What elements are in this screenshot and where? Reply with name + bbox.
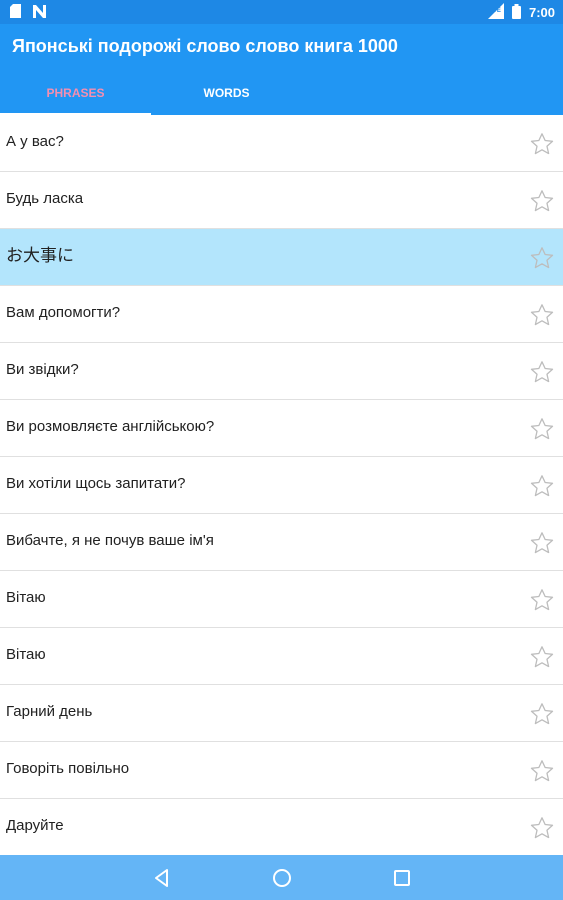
phrase-list: А у вас? Будь ласка お大事に Вам допомогти? Ви з… xyxy=(0,115,563,855)
list-item[interactable]: Вітаю xyxy=(0,571,563,628)
signal-icon: LTE xyxy=(487,3,504,22)
sd-card-icon xyxy=(10,4,21,23)
clock: 7:00 xyxy=(528,5,555,20)
tab-bar: PHRASES WORDS xyxy=(0,76,563,115)
navigation-bar xyxy=(0,855,563,900)
star-icon[interactable] xyxy=(529,815,555,841)
star-icon[interactable] xyxy=(529,302,555,328)
star-icon[interactable] xyxy=(529,644,555,670)
list-item[interactable]: Говоріть повільно xyxy=(0,742,563,799)
star-icon[interactable] xyxy=(529,701,555,727)
phrase-text: Вітаю xyxy=(6,646,46,663)
list-item[interactable]: Ви розмовляєте англійською? xyxy=(0,400,563,457)
phrase-text: А у вас? xyxy=(6,133,64,150)
phrase-text: Даруйте xyxy=(6,817,64,834)
star-icon[interactable] xyxy=(529,416,555,442)
list-item[interactable]: Гарний день xyxy=(0,685,563,742)
phrase-text: Вам допомогти? xyxy=(6,304,121,321)
star-icon[interactable] xyxy=(529,245,555,271)
star-icon[interactable] xyxy=(529,758,555,784)
phrase-text: Гарний день xyxy=(6,703,93,720)
phrase-text: Вітаю xyxy=(6,589,46,606)
recents-icon[interactable] xyxy=(390,866,414,890)
star-icon[interactable] xyxy=(529,131,555,157)
phrase-text: Ви хотіли щось запитати? xyxy=(6,475,186,492)
list-item[interactable]: Даруйте xyxy=(0,799,563,855)
app-bar: Японські подорожі слово слово книга 1000… xyxy=(0,24,563,115)
star-icon[interactable] xyxy=(529,530,555,556)
status-bar: LTE 7:00 xyxy=(0,0,563,24)
n-notification-icon xyxy=(33,4,46,23)
star-icon[interactable] xyxy=(529,587,555,613)
home-icon[interactable] xyxy=(270,866,294,890)
battery-icon xyxy=(511,3,521,22)
phrase-text: Говоріть повільно xyxy=(6,760,130,777)
list-item[interactable]: Вибачте, я не почув ваше ім'я xyxy=(0,514,563,571)
back-icon[interactable] xyxy=(150,866,174,890)
star-icon[interactable] xyxy=(529,359,555,385)
list-item[interactable]: お大事に xyxy=(0,229,563,286)
app-title: Японські подорожі слово слово книга 1000 xyxy=(12,36,398,56)
list-item[interactable]: Ви хотіли щось запитати? xyxy=(0,457,563,514)
list-item[interactable]: Вам допомогти? xyxy=(0,286,563,343)
list-item[interactable]: Ви звідки? xyxy=(0,343,563,400)
star-icon[interactable] xyxy=(529,188,555,214)
phrase-text: Вибачте, я не почув ваше ім'я xyxy=(6,532,214,549)
star-icon[interactable] xyxy=(529,473,555,499)
tab-words[interactable]: WORDS xyxy=(151,76,302,115)
tab-phrases[interactable]: PHRASES xyxy=(0,76,151,115)
phrase-text: Будь ласка xyxy=(6,190,84,207)
phrase-text: お大事に xyxy=(6,246,74,266)
list-item[interactable]: Будь ласка xyxy=(0,172,563,229)
list-item[interactable]: А у вас? xyxy=(0,115,563,172)
phrase-text: Ви розмовляєте англійською? xyxy=(6,418,215,435)
phrase-text: Ви звідки? xyxy=(6,361,79,378)
svg-text:LTE: LTE xyxy=(490,8,501,14)
list-item[interactable]: Вітаю xyxy=(0,628,563,685)
